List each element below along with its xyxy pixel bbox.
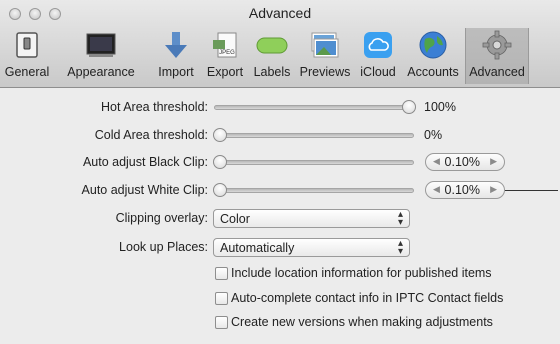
black-clip-decrement-icon[interactable]: ◀ [433, 156, 440, 167]
toolbar-icloud[interactable]: iCloud [354, 28, 402, 84]
black-clip-label: Auto adjust Black Clip: [82, 155, 208, 169]
cold-area-value: 0% [424, 128, 443, 142]
monitor-icon [85, 30, 117, 60]
create-new-versions-checkbox[interactable] [215, 316, 228, 329]
white-clip-label: Auto adjust White Clip: [81, 183, 208, 197]
callout-line [505, 190, 558, 191]
toolbar-appearance[interactable]: Appearance [52, 28, 150, 84]
black-clip-increment-icon[interactable]: ▶ [490, 156, 497, 167]
toolbar-accounts-label: Accounts [407, 65, 459, 79]
clipping-overlay-label: Clipping overlay: [115, 211, 208, 225]
white-clip-stepper[interactable]: ◀ 0.10% ▶ [425, 181, 505, 199]
globe-icon [417, 30, 449, 60]
create-new-versions-label: Create new versions when making adjustme… [231, 315, 493, 329]
cloud-icon [362, 30, 394, 60]
white-clip-slider-knob[interactable] [213, 183, 227, 197]
toolbar-import[interactable]: Import [150, 28, 202, 84]
cold-area-slider-track[interactable] [214, 133, 414, 138]
hot-area-label: Hot Area threshold: [100, 100, 208, 114]
toolbar-accounts[interactable]: Accounts [402, 28, 464, 84]
toolbar-general[interactable]: General [2, 28, 52, 84]
cold-area-label: Cold Area threshold: [94, 128, 208, 142]
label-pill-icon [256, 30, 288, 60]
toolbar-labels[interactable]: Labels [248, 28, 296, 84]
toolbar-import-label: Import [158, 65, 194, 79]
look-up-places-label: Look up Places: [119, 240, 208, 254]
toolbar-labels-label: Labels [253, 65, 291, 79]
toolbar-icloud-label: iCloud [360, 65, 396, 79]
updown-chevron-icon: ▴ ▾ [397, 209, 403, 228]
toolbar-appearance-label: Appearance [67, 65, 135, 79]
include-location-label: Include location information for publish… [231, 266, 492, 280]
black-clip-value: 0.10% [444, 155, 480, 169]
clipping-overlay-popup[interactable]: Color ▴ ▾ [213, 209, 410, 228]
cold-area-slider-knob[interactable] [213, 128, 227, 142]
toolbar-export-label: Export [206, 65, 244, 79]
white-clip-increment-icon[interactable]: ▶ [490, 184, 497, 195]
svg-text:JPEG: JPEG [219, 50, 235, 56]
window-title: Advanced [248, 5, 312, 21]
look-up-places-popup[interactable]: Automatically ▴ ▾ [213, 238, 410, 257]
title-toolbar: Advanced General Appearance Import JPEG … [0, 0, 560, 88]
white-clip-slider-track[interactable] [214, 188, 414, 193]
gear-icon [481, 30, 513, 60]
black-clip-slider-knob[interactable] [213, 155, 227, 169]
jpeg-file-icon: JPEG [209, 30, 241, 60]
toolbar-previews-label: Previews [299, 65, 351, 79]
hot-area-value: 100% [424, 100, 456, 114]
clipping-overlay-value: Color [220, 212, 250, 226]
include-location-checkbox[interactable] [215, 267, 228, 280]
auto-complete-contact-checkbox[interactable] [215, 292, 228, 305]
auto-complete-contact-label: Auto-complete contact info in IPTC Conta… [231, 291, 504, 305]
white-clip-value: 0.10% [444, 183, 480, 197]
toolbar-export[interactable]: JPEG Export [202, 28, 248, 84]
hot-area-slider-knob[interactable] [402, 100, 416, 114]
toolbar-advanced[interactable]: Advanced [465, 28, 529, 84]
general-switch-icon [11, 30, 43, 60]
photo-stack-icon [309, 30, 341, 60]
toolbar-general-label: General [4, 65, 50, 79]
hot-area-slider-track[interactable] [214, 105, 414, 110]
toolbar-previews[interactable]: Previews [296, 28, 354, 84]
updown-chevron-icon: ▴ ▾ [397, 238, 403, 257]
black-clip-slider-track[interactable] [214, 160, 414, 165]
white-clip-decrement-icon[interactable]: ◀ [433, 184, 440, 195]
black-clip-stepper[interactable]: ◀ 0.10% ▶ [425, 153, 505, 171]
download-arrow-icon [160, 30, 192, 60]
toolbar-advanced-label: Advanced [469, 65, 525, 79]
look-up-places-value: Automatically [220, 241, 295, 255]
